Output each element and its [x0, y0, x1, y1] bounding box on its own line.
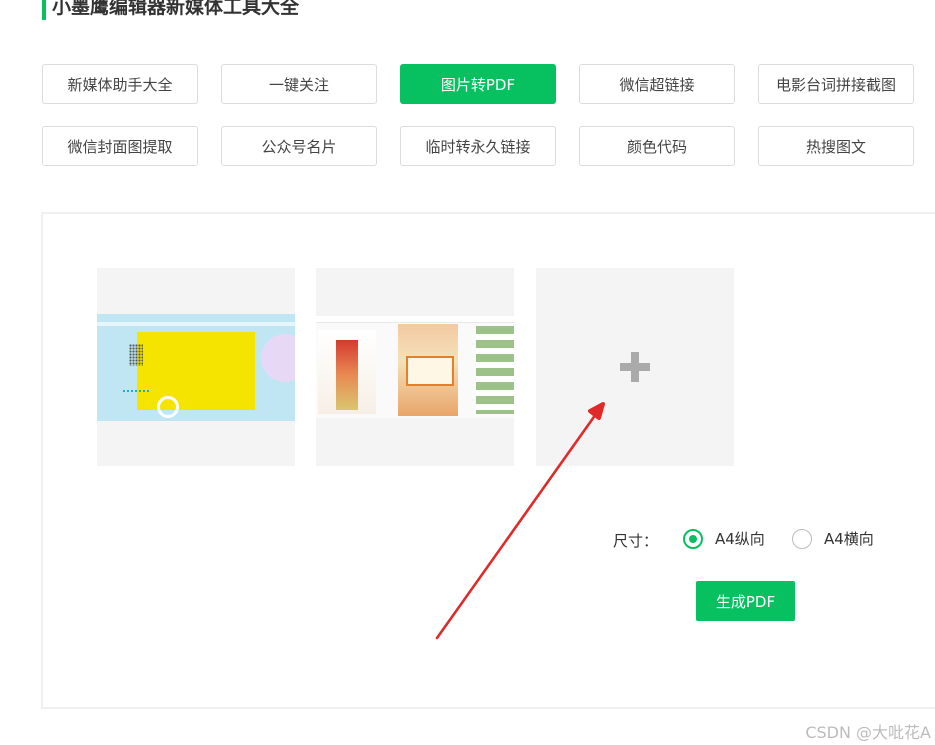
- tool-button-trending-posts[interactable]: 热搜图文: [758, 126, 914, 166]
- tool-button-color-code[interactable]: 颜色代码: [579, 126, 735, 166]
- tool-button-account-card[interactable]: 公众号名片: [221, 126, 377, 166]
- radio-a4-portrait[interactable]: A4纵向: [683, 528, 765, 549]
- editor-screenshot-image: [316, 316, 514, 418]
- radio-a4-landscape[interactable]: A4横向: [792, 528, 874, 549]
- section-title: 小墨鹰编辑器新媒体工具大全: [42, 0, 299, 20]
- uploaded-image-thumbnail[interactable]: [97, 268, 295, 466]
- page-title: 小墨鹰编辑器新媒体工具大全: [52, 0, 300, 18]
- page: 小墨鹰编辑器新媒体工具大全 新媒体助手大全 一键关注 图片转PDF 微信超链接 …: [0, 0, 935, 745]
- size-label: 尺寸：: [613, 532, 659, 550]
- banner-image: [97, 314, 295, 421]
- radio-label-portrait: A4纵向: [715, 530, 765, 548]
- watermark: CSDN @大吡花A: [805, 723, 931, 742]
- tool-button-media-assistant[interactable]: 新媒体助手大全: [42, 64, 198, 104]
- uploaded-image-thumbnail[interactable]: [316, 268, 514, 466]
- generate-pdf-button[interactable]: 生成PDF: [696, 581, 795, 621]
- tool-grid: 新媒体助手大全 一键关注 图片转PDF 微信超链接 电影台词拼接截图 微信封面图…: [42, 64, 914, 166]
- tool-button-permanent-link[interactable]: 临时转永久链接: [400, 126, 556, 166]
- tool-button-image-to-pdf[interactable]: 图片转PDF: [400, 64, 556, 104]
- tool-button-one-click-follow[interactable]: 一键关注: [221, 64, 377, 104]
- add-image-button[interactable]: [536, 268, 734, 466]
- plus-icon: [620, 352, 650, 382]
- radio-unchecked-icon[interactable]: [792, 528, 812, 549]
- tool-button-wechat-hyperlink[interactable]: 微信超链接: [579, 64, 735, 104]
- radio-checked-icon[interactable]: [683, 528, 703, 549]
- tool-button-cover-extract[interactable]: 微信封面图提取: [42, 126, 198, 166]
- radio-label-landscape: A4横向: [824, 530, 874, 548]
- tool-button-movie-subtitle-screenshot[interactable]: 电影台词拼接截图: [758, 64, 914, 104]
